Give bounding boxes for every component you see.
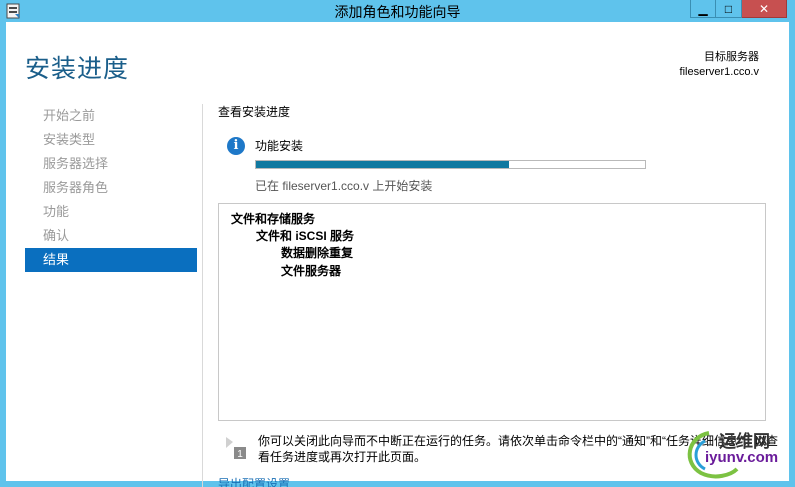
nav-item-installation-type: 安装类型 [43,132,96,147]
info-icon: i [227,137,245,155]
progress-bar-fill [256,161,509,168]
window-title: 添加角色和功能向导 [334,4,461,20]
nav-divider [202,104,203,487]
results-list[interactable]: 文件和存储服务 文件和 iSCSI 服务 数据删除重复 文件服务器 [218,203,766,421]
target-server-info: 目标服务器 fileserver1.cco.v [680,50,759,80]
nav-item-results[interactable]: 结果 [25,248,197,272]
window-controls: ▁ □ ✕ [690,0,787,18]
watermark-en: iyunv.com [705,449,779,466]
site-watermark: 运维网 iyunv.com [679,423,789,481]
target-server-label: 目标服务器 [704,51,759,63]
feature-item: 数据删除重复 [281,246,354,260]
export-configuration-link[interactable]: 导出配置设置 [218,475,290,487]
flag-number: 1 [237,449,243,460]
nav-item-server-roles: 服务器角色 [43,180,109,195]
progress-label: 功能安装 [255,139,304,153]
feature-item: 文件和 iSCSI 服务 [256,229,355,243]
progress-status: 已在 fileserver1.cco.v 上开始安装 [255,179,433,193]
page-title: 安装进度 [25,55,130,83]
minimize-button[interactable]: ▁ [690,0,716,18]
wizard-window: 添加角色和功能向导 ▁ □ ✕ 安装进度 目标服务器 fileserver1.c… [0,0,795,487]
feature-item: 文件和存储服务 [231,212,316,226]
section-title: 查看安装进度 [218,105,291,119]
progress-bar [255,160,646,169]
title-bar: 添加角色和功能向导 ▁ □ ✕ [0,0,795,22]
wizard-steps-nav: 开始之前 安装类型 服务器选择 服务器角色 功能 确认 结果 [25,104,197,272]
nav-item-features: 功能 [43,204,70,219]
maximize-button[interactable]: □ [716,0,742,18]
nav-item-server-selection: 服务器选择 [43,156,109,171]
feature-item: 文件服务器 [281,264,342,278]
nav-item-confirmation: 确认 [43,228,70,243]
nav-item-before-you-begin: 开始之前 [43,108,96,123]
close-button[interactable]: ✕ [742,0,787,18]
target-server-name: fileserver1.cco.v [679,66,759,78]
notification-flag-icon: 1 [226,437,246,460]
